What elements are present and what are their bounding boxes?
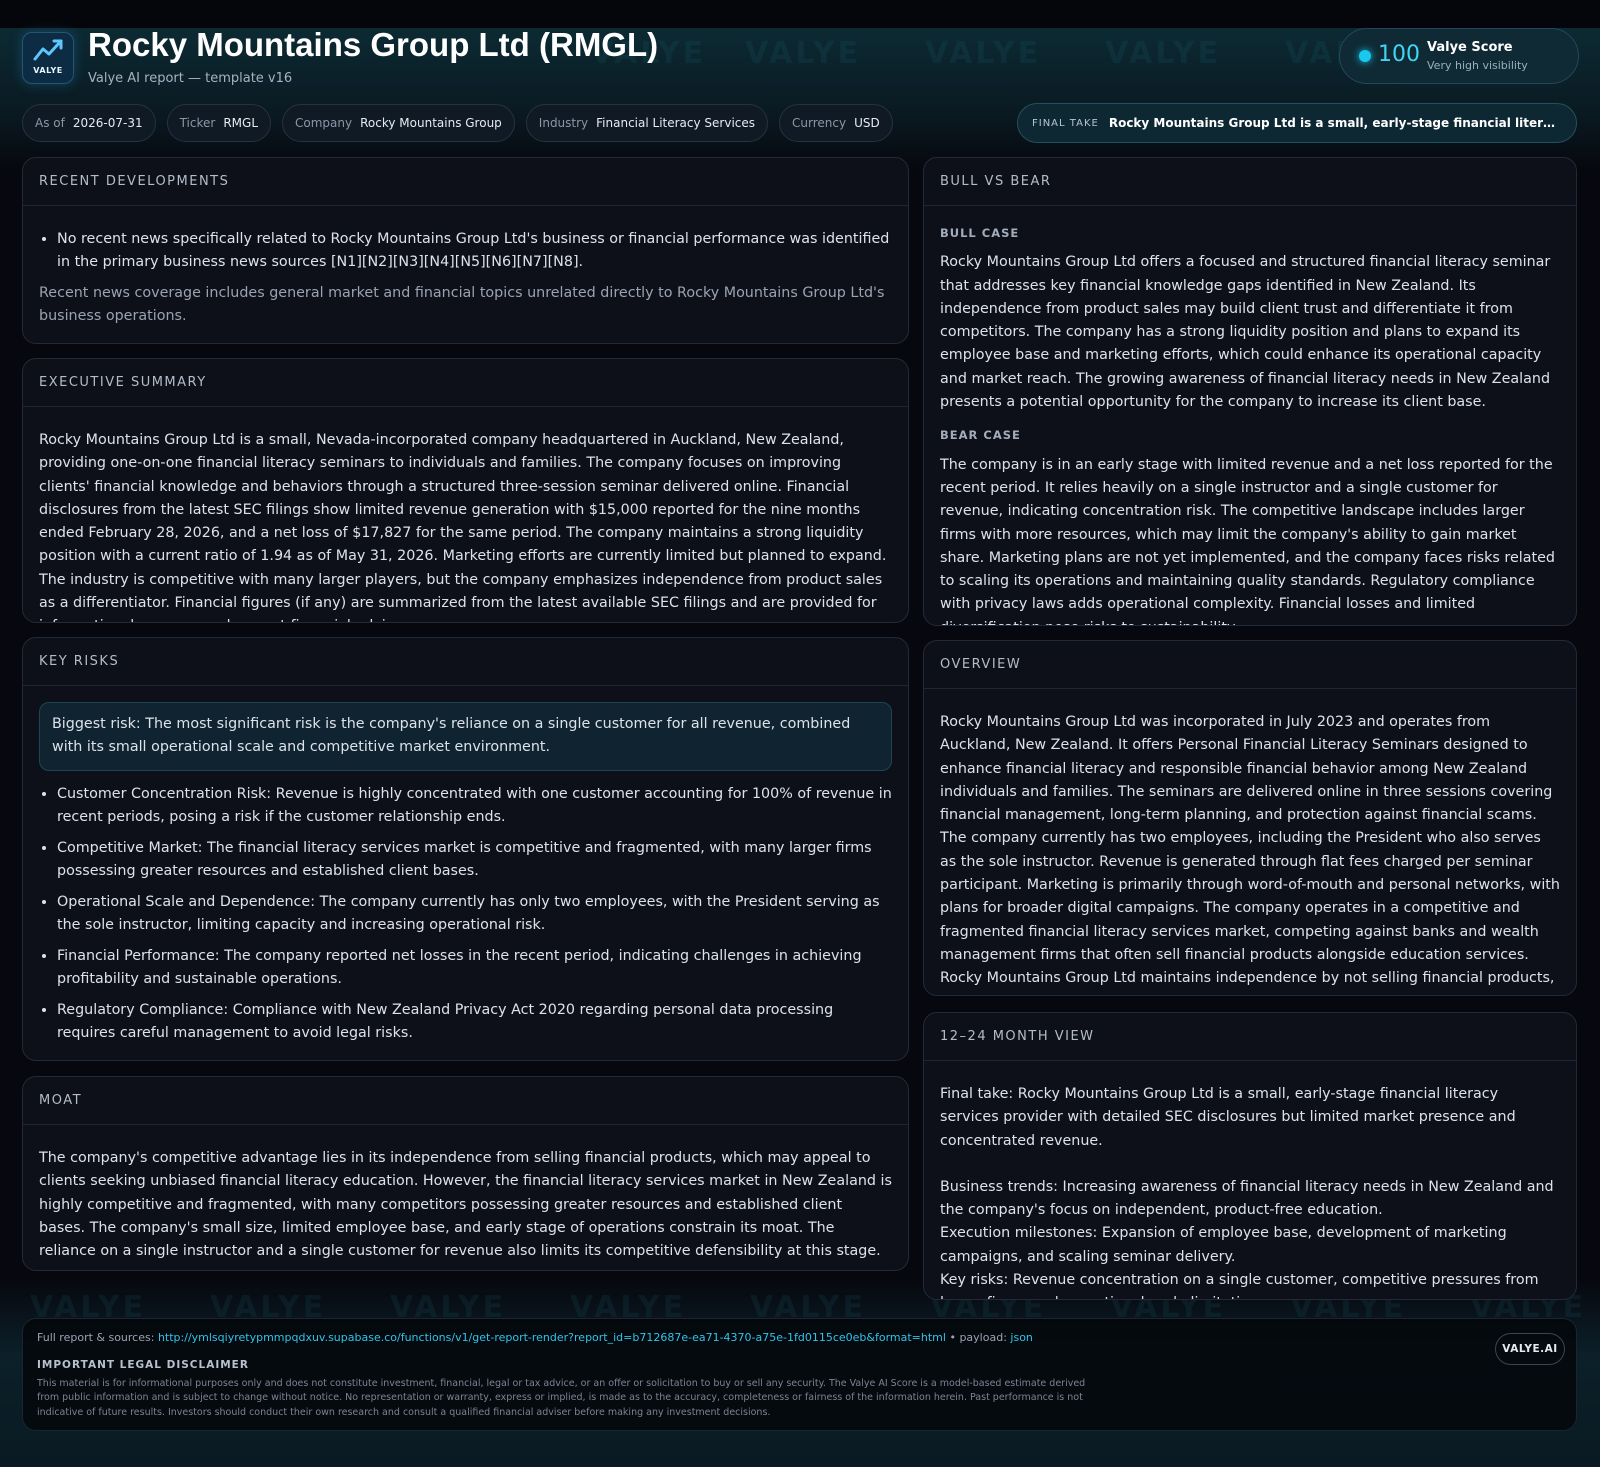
valye-score-badge[interactable]: 100 Valye Score Very high visibility — [1339, 28, 1579, 84]
payload-json-link[interactable]: json — [1010, 1331, 1033, 1344]
page-subtitle: Valye AI report — template v16 — [88, 71, 293, 86]
key-risks-text: Key risks: Revenue concentration on a si… — [940, 1272, 1539, 1299]
report-link[interactable]: http://ymlsqiyretypmmpqdxuv.supabase.co/… — [158, 1331, 946, 1344]
bull-case-text: Rocky Mountains Group Ltd offers a focus… — [940, 254, 1551, 411]
sources-line: Full report & sources: http://ymlsqiyret… — [37, 1331, 1033, 1344]
chip-currency: Currency USD — [779, 104, 893, 142]
chip-key: Industry — [538, 116, 589, 130]
chip-industry: Industry Financial Literacy Services — [525, 104, 769, 142]
footer: Full report & sources: http://ymlsqiyret… — [22, 1318, 1577, 1431]
panel-heading: 12–24 MONTH VIEW — [924, 1013, 1576, 1061]
list-item: Operational Scale and Dependence: The co… — [57, 891, 892, 938]
chip-as-of: As of 2026-07-31 — [22, 104, 156, 142]
bear-case-label: BEAR CASE — [940, 428, 1021, 443]
chip-value: 2026-07-31 — [72, 116, 143, 130]
month-view-panel: 12–24 MONTH VIEW Final take: Rocky Mount… — [923, 1012, 1577, 1300]
bear-case-text: The company is in an early stage with li… — [940, 456, 1555, 625]
final-take-label: FINAL TAKE — [1032, 117, 1099, 129]
list-item: No recent news specifically related to R… — [57, 228, 892, 275]
valye-chart-icon — [33, 39, 63, 61]
valye-ai-brand-button[interactable]: VALYE.AI — [1495, 1333, 1565, 1365]
meta-chips: As of 2026-07-31 Ticker RMGL Company Roc… — [22, 104, 893, 142]
final-take-text: Final take: Rocky Mountains Group Ltd is… — [940, 1086, 1516, 1149]
sources-label: Full report & sources: — [37, 1331, 155, 1344]
panel-heading: KEY RISKS — [23, 638, 908, 686]
bull-case-label: BULL CASE — [940, 226, 1020, 240]
valye-logo[interactable]: VALYE — [22, 32, 74, 84]
score-value: 100 — [1378, 42, 1420, 67]
chip-company: Company Rocky Mountains Group — [282, 104, 515, 142]
panel-heading: MOAT — [23, 1077, 908, 1125]
chip-key: As of — [35, 116, 65, 130]
panel-heading: EXECUTIVE SUMMARY — [23, 359, 908, 407]
list-item: Competitive Market: The financial litera… — [57, 837, 892, 884]
executive-summary-panel: EXECUTIVE SUMMARY Rocky Mountains Group … — [22, 358, 909, 623]
moat-panel: MOAT The company's competitive advantage… — [22, 1076, 909, 1271]
chip-ticker: Ticker RMGL — [166, 104, 272, 142]
chip-value: RMGL — [223, 116, 259, 130]
execution-milestones-text: Execution milestones: Expansion of emplo… — [940, 1225, 1507, 1265]
chip-key: Currency — [792, 116, 847, 130]
disclaimer-text: This material is for informational purpo… — [37, 1378, 1086, 1418]
overview-panel: OVERVIEW Rocky Mountains Group Ltd was i… — [923, 640, 1577, 996]
disclaimer-heading: IMPORTANT LEGAL DISCLAIMER — [37, 1359, 249, 1371]
panel-heading: BULL VS BEAR — [924, 158, 1576, 206]
list-item: Customer Concentration Risk: Revenue is … — [57, 783, 892, 830]
payload-separator: • payload: — [949, 1331, 1007, 1344]
score-status-dot — [1359, 50, 1371, 62]
chip-value: Rocky Mountains Group — [360, 116, 502, 130]
chip-value: Financial Literacy Services — [596, 116, 756, 130]
chip-key: Company — [295, 116, 353, 130]
final-take-pill[interactable]: FINAL TAKE Rocky Mountains Group Ltd is … — [1017, 103, 1577, 143]
bull-vs-bear-panel: BULL VS BEAR BULL CASE Rocky Mountains G… — [923, 157, 1577, 626]
key-risks-panel: KEY RISKS Biggest risk: The most signifi… — [22, 637, 909, 1061]
panel-heading: OVERVIEW — [924, 641, 1576, 689]
overview-text: Rocky Mountains Group Ltd was incorporat… — [940, 714, 1560, 995]
chip-value: USD — [854, 116, 880, 130]
moat-text: The company's competitive advantage lies… — [39, 1150, 892, 1260]
score-subtext: Very high visibility — [1427, 59, 1528, 72]
recent-developments-panel: RECENT DEVELOPMENTS No recent news speci… — [22, 157, 909, 344]
recent-note: Recent news coverage includes general ma… — [39, 284, 885, 325]
panel-heading: RECENT DEVELOPMENTS — [23, 158, 908, 206]
page-title: Rocky Mountains Group Ltd (RMGL) — [88, 26, 659, 63]
biggest-risk-callout: Biggest risk: The most significant risk … — [39, 702, 892, 771]
final-take-text: Rocky Mountains Group Ltd is a small, ea… — [1108, 116, 1562, 130]
score-label: Valye Score — [1427, 40, 1513, 55]
chip-key: Ticker — [179, 116, 216, 130]
business-trends-text: Business trends: Increasing awareness of… — [940, 1178, 1554, 1219]
list-item: Financial Performance: The company repor… — [57, 945, 892, 992]
executive-summary-text: Rocky Mountains Group Ltd is a small, Ne… — [39, 432, 887, 622]
logo-text: VALYE — [33, 66, 63, 75]
list-item: Regulatory Compliance: Compliance with N… — [57, 999, 892, 1046]
